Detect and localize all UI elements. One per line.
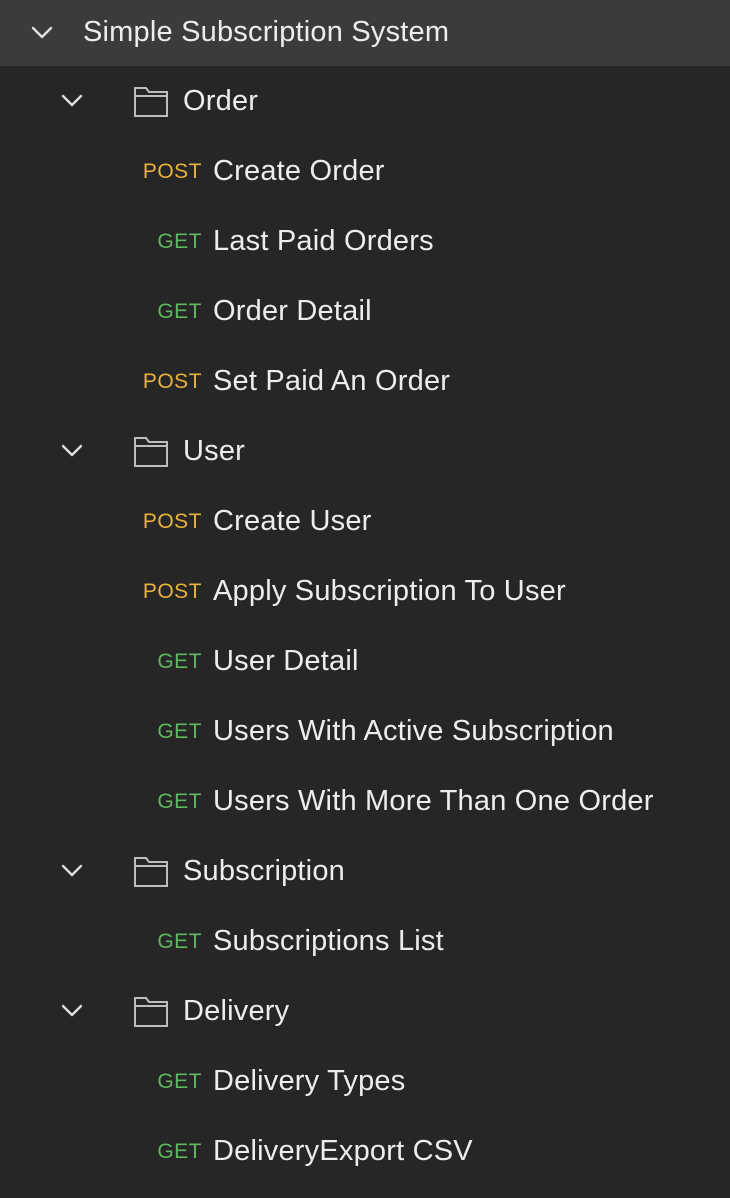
chevron-down-icon[interactable]	[59, 998, 85, 1024]
method-badge: GET	[157, 1140, 202, 1163]
folder-icon	[133, 434, 169, 468]
folder-name: Order	[183, 85, 259, 117]
folder-row-order[interactable]: Order	[0, 66, 730, 136]
collection-tree: Simple Subscription System Order POST Crea…	[0, 0, 730, 1198]
request-item[interactable]: GET Subscriptions List	[0, 906, 730, 976]
method-badge: POST	[142, 370, 202, 393]
request-name: Last Paid Orders	[213, 225, 434, 257]
request-item[interactable]: GET Users With Active Subscription	[0, 696, 730, 766]
chevron-down-icon[interactable]	[59, 88, 85, 114]
folder-row-delivery[interactable]: Delivery	[0, 976, 730, 1046]
collection-contents: Order POST Create Order GET Last Paid Orders…	[0, 66, 730, 1186]
request-name: Order Detail	[213, 295, 372, 327]
chevron-down-icon[interactable]	[59, 438, 85, 464]
request-name: Users With Active Subscription	[213, 715, 614, 747]
request-item[interactable]: GET Last Paid Orders	[0, 206, 730, 276]
folder-icon	[133, 854, 169, 888]
request-item[interactable]: GET Order Detail	[0, 276, 730, 346]
request-item[interactable]: POST Apply Subscription To User	[0, 556, 730, 626]
chevron-down-icon[interactable]	[29, 20, 55, 46]
request-item[interactable]: POST Create User	[0, 486, 730, 556]
request-name: Create Order	[213, 155, 385, 187]
folder-name: Subscription	[183, 855, 345, 887]
method-badge: GET	[157, 1070, 202, 1093]
folder-row-subscription[interactable]: Subscription	[0, 836, 730, 906]
request-name: User Detail	[213, 645, 359, 677]
folder-icon	[133, 84, 169, 118]
method-badge: GET	[157, 790, 202, 813]
request-name: Subscriptions List	[213, 925, 444, 957]
request-item[interactable]: POST Set Paid An Order	[0, 346, 730, 416]
request-item[interactable]: GET Delivery Types	[0, 1046, 730, 1116]
chevron-down-icon[interactable]	[59, 858, 85, 884]
method-badge: GET	[157, 230, 202, 253]
folder-icon	[133, 994, 169, 1028]
request-name: Apply Subscription To User	[213, 575, 566, 607]
folder-name: Delivery	[183, 995, 290, 1027]
collection-header[interactable]: Simple Subscription System	[0, 0, 730, 66]
method-badge: POST	[142, 510, 202, 533]
method-badge: POST	[142, 160, 202, 183]
request-name: Delivery Types	[213, 1065, 406, 1097]
request-item[interactable]: GET Users With More Than One Order	[0, 766, 730, 836]
collection-name: Simple Subscription System	[83, 16, 450, 48]
method-badge: POST	[142, 580, 202, 603]
method-badge: GET	[157, 300, 202, 323]
folder-name: User	[183, 435, 246, 467]
request-name: Set Paid An Order	[213, 365, 451, 397]
method-badge: GET	[157, 650, 202, 673]
request-item[interactable]: GET User Detail	[0, 626, 730, 696]
method-badge: GET	[157, 930, 202, 953]
request-item[interactable]: POST Create Order	[0, 136, 730, 206]
method-badge: GET	[157, 720, 202, 743]
request-item[interactable]: GET DeliveryExport CSV	[0, 1116, 730, 1186]
request-name: Create User	[213, 505, 372, 537]
request-name: Users With More Than One Order	[213, 785, 654, 817]
folder-row-user[interactable]: User	[0, 416, 730, 486]
request-name: DeliveryExport CSV	[213, 1135, 473, 1167]
